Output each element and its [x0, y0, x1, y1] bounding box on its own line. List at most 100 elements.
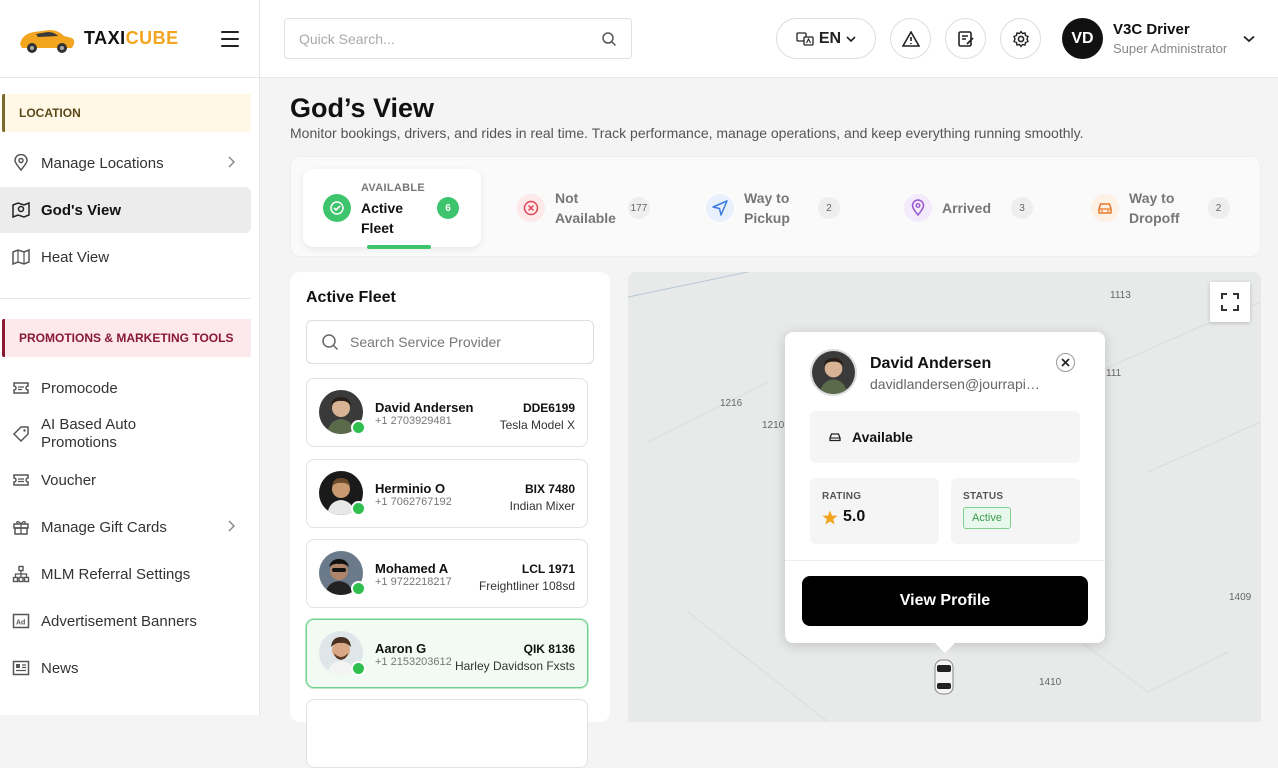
- online-status-dot: [351, 581, 366, 596]
- tab-count: 2: [1207, 197, 1230, 219]
- popup-driver-name: David Andersen: [870, 355, 992, 372]
- tab-label: Way to: [1129, 190, 1175, 206]
- sidebar-item-gods-view[interactable]: God's View: [0, 187, 251, 233]
- vehicle-model: Freightliner 108sd: [478, 579, 575, 593]
- sidebar-item-gift-cards[interactable]: Manage Gift Cards: [0, 504, 251, 550]
- driver-card[interactable]: Herminio O +1 7062767192 BIX 7480 Indian…: [306, 459, 588, 528]
- map-label: 1113: [1110, 290, 1131, 301]
- tab-arrived[interactable]: Arrived 3: [904, 169, 1034, 247]
- news-icon: [12, 660, 30, 676]
- driver-name: Herminio O: [375, 481, 446, 496]
- vehicle-model: Indian Mixer: [509, 499, 575, 513]
- chevron-down-icon: [846, 35, 856, 42]
- taxi-logo-icon: [20, 29, 75, 53]
- avatar: VD: [1062, 18, 1103, 59]
- driver-phone: +1 7062767192: [375, 496, 452, 508]
- fleet-panel: Active Fleet David Andersen +1 270392948…: [290, 272, 610, 768]
- fleet-search[interactable]: [306, 320, 594, 364]
- sidebar-item-label: God's View: [41, 201, 121, 219]
- voucher-icon: [13, 474, 29, 486]
- vehicle-plate: QIK 8136: [523, 642, 575, 656]
- tab-way-to-dropoff[interactable]: Way to Dropoff 2: [1091, 169, 1230, 247]
- close-button[interactable]: [1056, 353, 1075, 372]
- tab-count: 3: [1011, 197, 1034, 219]
- sidebar-item-ad-banners[interactable]: Ad Advertisement Banners: [0, 598, 251, 644]
- user-name: V3C Driver: [1113, 21, 1190, 38]
- gear-icon: [1012, 29, 1029, 48]
- map-label: 1216: [720, 398, 743, 409]
- close-icon: [1061, 358, 1070, 367]
- popup-driver-email: davidlandersen@jourrapide.com: [870, 376, 1040, 392]
- sidebar-item-label: News: [41, 659, 79, 677]
- chevron-right-icon: [228, 156, 235, 168]
- alert-button[interactable]: [890, 18, 931, 59]
- active-tab-indicator: [367, 245, 431, 249]
- sidebar-item-heat-view[interactable]: Heat View: [0, 234, 251, 280]
- sidebar-item-promocode[interactable]: Promocode: [0, 365, 251, 411]
- ticket-icon: [13, 382, 29, 394]
- vehicle-plate: BIX 7480: [524, 482, 575, 496]
- tab-count: 2: [817, 197, 840, 219]
- quick-search[interactable]: [284, 18, 632, 59]
- language-selector[interactable]: EN: [776, 18, 876, 59]
- sidebar-item-ai-promotions[interactable]: AI Based Auto Promotions: [0, 412, 251, 456]
- sidebar-item-label: AI Based Auto Promotions: [41, 416, 137, 451]
- driver-phone: +1 2153203612: [375, 656, 452, 668]
- map-view-icon: [12, 201, 30, 219]
- popup-divider: [785, 560, 1105, 561]
- hierarchy-icon: [12, 565, 30, 583]
- sidebar-item-news[interactable]: News: [0, 645, 251, 691]
- tab-way-to-pickup[interactable]: Way to Pickup 2: [706, 169, 840, 247]
- driver-card[interactable]: Mohamed A +1 9722218217 LCL 1971 Freight…: [306, 539, 588, 608]
- online-status-dot: [351, 501, 366, 516]
- quick-search-input[interactable]: [299, 30, 601, 47]
- car-marker-icon[interactable]: [932, 657, 956, 697]
- brand-name-part1: TAXI: [84, 28, 126, 48]
- fleet-search-input[interactable]: [350, 334, 593, 350]
- top-bar: EN VD V3C Driver Super Administrator: [260, 0, 1278, 78]
- sidebar-item-label: Manage Locations: [41, 154, 164, 172]
- logo-area: TAXICUBE: [0, 0, 259, 78]
- online-status-dot: [351, 420, 366, 435]
- sidebar-item-label: Heat View: [41, 248, 110, 266]
- status-tabs: AVAILABLE Active Fleet 6 Not Available 1…: [290, 156, 1261, 257]
- user-role: Super Administrator: [1113, 41, 1228, 56]
- tab-not-available[interactable]: Not Available 177: [517, 169, 650, 247]
- sidebar-item-manage-locations[interactable]: Manage Locations: [0, 140, 251, 186]
- driver-card-selected[interactable]: Aaron G +1 2153203612 QIK 8136 Harley Da…: [306, 619, 588, 688]
- tab-count: 177: [627, 197, 650, 219]
- chevron-right-icon: [228, 520, 235, 532]
- view-profile-button[interactable]: View Profile: [802, 576, 1088, 626]
- sidebar-item-label: Manage Gift Cards: [41, 518, 167, 536]
- settings-button[interactable]: [1000, 18, 1041, 59]
- driver-info-popup: David Andersen davidlandersen@jourrapide…: [785, 332, 1105, 653]
- notes-button[interactable]: [945, 18, 986, 59]
- sidebar-divider: [0, 298, 251, 299]
- vehicle-model: Harley Davidson Fxsts: [454, 659, 575, 673]
- availability-row: Available: [810, 411, 1080, 463]
- driver-name: David Andersen: [375, 400, 474, 415]
- sidebar-item-voucher[interactable]: Voucher: [0, 457, 251, 503]
- location-pin-icon: [904, 194, 932, 222]
- search-icon[interactable]: [601, 31, 617, 47]
- driver-phone: +1 2703929481: [375, 415, 452, 427]
- translate-icon: [796, 31, 814, 46]
- tab-label: Way to: [744, 190, 790, 206]
- status-box: STATUS Active: [951, 478, 1080, 544]
- driver-card[interactable]: [306, 699, 588, 768]
- section-promotions: PROMOTIONS & MARKETING TOOLS: [2, 319, 251, 357]
- driver-card[interactable]: David Andersen +1 2703929481 DDE6199 Tes…: [306, 378, 588, 447]
- fullscreen-icon: [1221, 293, 1239, 311]
- user-menu[interactable]: VD V3C Driver Super Administrator: [1062, 18, 1255, 59]
- vehicle-plate: LCL 1971: [521, 562, 575, 576]
- tab-label: Available: [555, 210, 616, 226]
- status-badge: Active: [963, 507, 1011, 529]
- fullscreen-button[interactable]: [1210, 282, 1250, 322]
- sidebar-item-label: MLM Referral Settings: [41, 565, 191, 583]
- sidebar-item-mlm-referral[interactable]: MLM Referral Settings: [0, 551, 251, 597]
- tab-active-fleet[interactable]: AVAILABLE Active Fleet 6: [303, 169, 481, 249]
- menu-toggle-icon[interactable]: [221, 31, 239, 47]
- search-icon: [322, 334, 339, 351]
- section-location: LOCATION: [2, 94, 251, 132]
- fleet-title: Active Fleet: [306, 289, 396, 306]
